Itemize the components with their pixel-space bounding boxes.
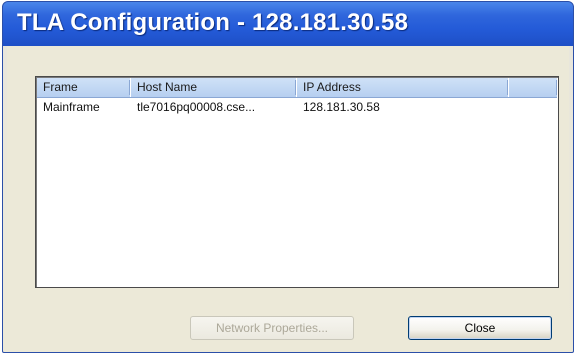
dialog-client-area: Frame Host Name IP Address Mainframe tle… xyxy=(7,46,569,348)
network-properties-button[interactable]: Network Properties... xyxy=(190,316,354,340)
cell-host-name: tle7016pq00008.cse... xyxy=(137,100,256,114)
column-header-frame[interactable]: Frame xyxy=(37,78,131,97)
title-bar[interactable]: TLA Configuration - 128.181.30.58 xyxy=(3,2,573,46)
column-header-ip-address[interactable]: IP Address xyxy=(297,78,509,97)
cell-frame: Mainframe xyxy=(43,100,100,114)
table-row[interactable]: Mainframe tle7016pq00008.cse... 128.181.… xyxy=(37,99,557,116)
window-title: TLA Configuration - 128.181.30.58 xyxy=(17,9,409,36)
close-button[interactable]: Close xyxy=(408,316,552,340)
list-header: Frame Host Name IP Address xyxy=(37,78,557,98)
tla-configuration-window: TLA Configuration - 128.181.30.58 Frame … xyxy=(2,1,574,353)
column-header-filler xyxy=(509,78,557,97)
column-header-host-name[interactable]: Host Name xyxy=(131,78,297,97)
frames-list-view[interactable]: Frame Host Name IP Address Mainframe tle… xyxy=(35,76,559,288)
cell-ip-address: 128.181.30.58 xyxy=(303,100,380,114)
